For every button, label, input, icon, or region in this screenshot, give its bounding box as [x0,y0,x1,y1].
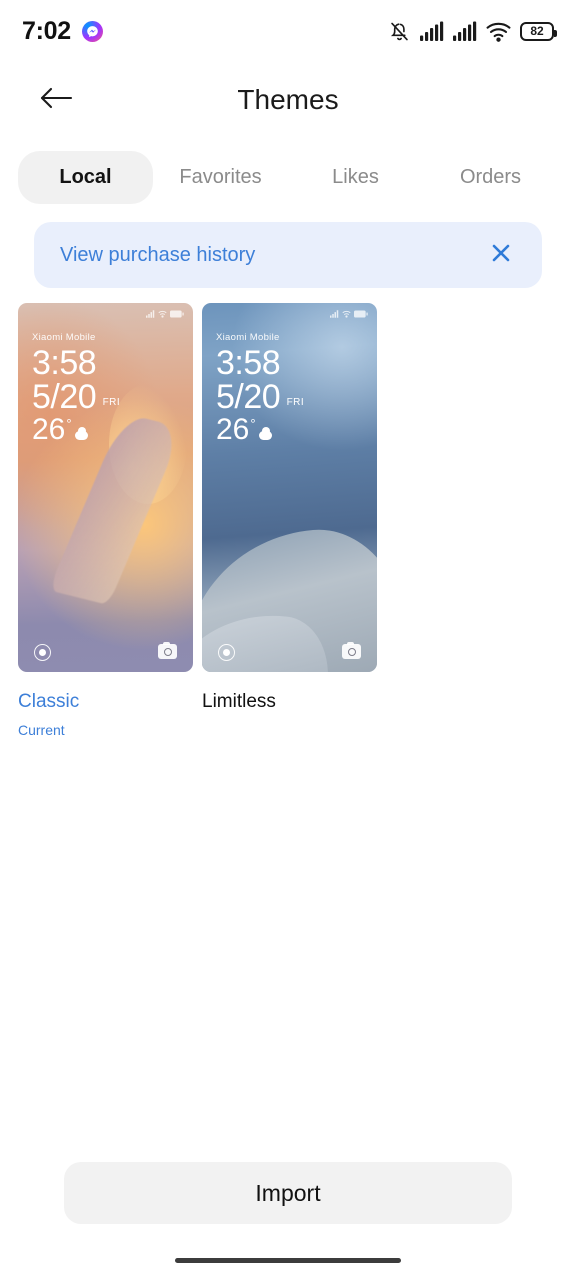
app-header: Themes [0,62,576,138]
preview-shortcuts [202,641,377,661]
preview-temp-value: 26 [32,413,66,447]
preview-lock-info: Xiaomi Mobile 3:58 5/20 FRI 26 ° [216,332,304,446]
status-bar: 7:02 82 [0,0,576,62]
preview-carrier: Xiaomi Mobile [32,332,96,343]
status-bar-right: 82 [388,20,557,43]
preview-date-value: 5/20 [216,377,281,416]
preview-date: 5/20 FRI [32,377,120,416]
tab-bar: Local Favorites Likes Orders [0,138,576,216]
cloud-icon [258,426,272,440]
close-x-icon [490,242,512,269]
preview-overlay: Xiaomi Mobile 3:58 5/20 FRI 26 ° [202,303,377,672]
preview-temperature: 26 ° [32,414,96,446]
purchase-history-banner[interactable]: View purchase history [34,222,542,288]
preview-degree-symbol: ° [250,416,256,432]
theme-item[interactable]: Xiaomi Mobile 3:58 5/20 FRI 26 ° [202,303,377,738]
signal-bars-icon [420,21,444,42]
footer-actions: Import [0,1162,576,1224]
theme-item[interactable]: Xiaomi Mobile 3:58 5/20 FRI 26 ° [18,303,193,738]
theme-grid: Xiaomi Mobile 3:58 5/20 FRI 26 ° Classic… [0,288,576,738]
page-title: Themes [237,84,339,115]
preview-lock-info: Xiaomi Mobile 3:58 5/20 FRI 26 ° [32,332,120,446]
banner-close-button[interactable] [486,240,516,270]
flashlight-icon [34,644,51,661]
camera-icon [158,641,177,659]
preview-date-value: 5/20 [32,377,97,416]
theme-preview-classic[interactable]: Xiaomi Mobile 3:58 5/20 FRI 26 ° [18,303,193,672]
tab-favorites[interactable]: Favorites [153,151,288,204]
preview-degree-symbol: ° [66,416,72,432]
messenger-icon [81,20,103,42]
preview-date: 5/20 FRI [216,377,304,416]
wifi-icon [486,21,511,42]
camera-icon [342,641,361,659]
theme-status-badge: Current [18,722,65,738]
tab-orders[interactable]: Orders [423,151,558,204]
home-indicator[interactable] [175,1258,401,1263]
theme-name: Classic [18,691,80,712]
battery-indicator: 82 [520,21,557,41]
theme-name: Limitless [202,691,276,712]
import-button[interactable]: Import [64,1162,512,1224]
back-button[interactable] [30,74,82,126]
preview-time: 3:58 [32,344,97,382]
preview-carrier: Xiaomi Mobile [216,332,280,343]
battery-level: 82 [530,24,544,38]
bell-muted-icon [388,20,411,43]
flashlight-icon [218,644,235,661]
import-button-label: Import [255,1179,321,1206]
preview-day-of-week: FRI [102,397,121,409]
preview-status-bar [330,310,368,318]
theme-preview-limitless[interactable]: Xiaomi Mobile 3:58 5/20 FRI 26 ° [202,303,377,672]
preview-day-of-week: FRI [286,397,305,409]
preview-shortcuts [18,641,193,661]
preview-status-bar [146,310,184,318]
back-arrow-icon [39,85,73,116]
cloud-icon [74,426,88,440]
preview-time: 3:58 [216,344,281,382]
status-bar-left: 7:02 [22,17,103,46]
purchase-history-label: View purchase history [60,243,256,266]
status-time: 7:02 [22,16,71,45]
tab-local[interactable]: Local [18,150,153,204]
preview-overlay: Xiaomi Mobile 3:58 5/20 FRI 26 ° [18,303,193,672]
tab-likes[interactable]: Likes [288,151,423,204]
signal-bars-icon [453,21,477,42]
preview-temp-value: 26 [216,413,250,447]
preview-temperature: 26 ° [216,414,280,446]
